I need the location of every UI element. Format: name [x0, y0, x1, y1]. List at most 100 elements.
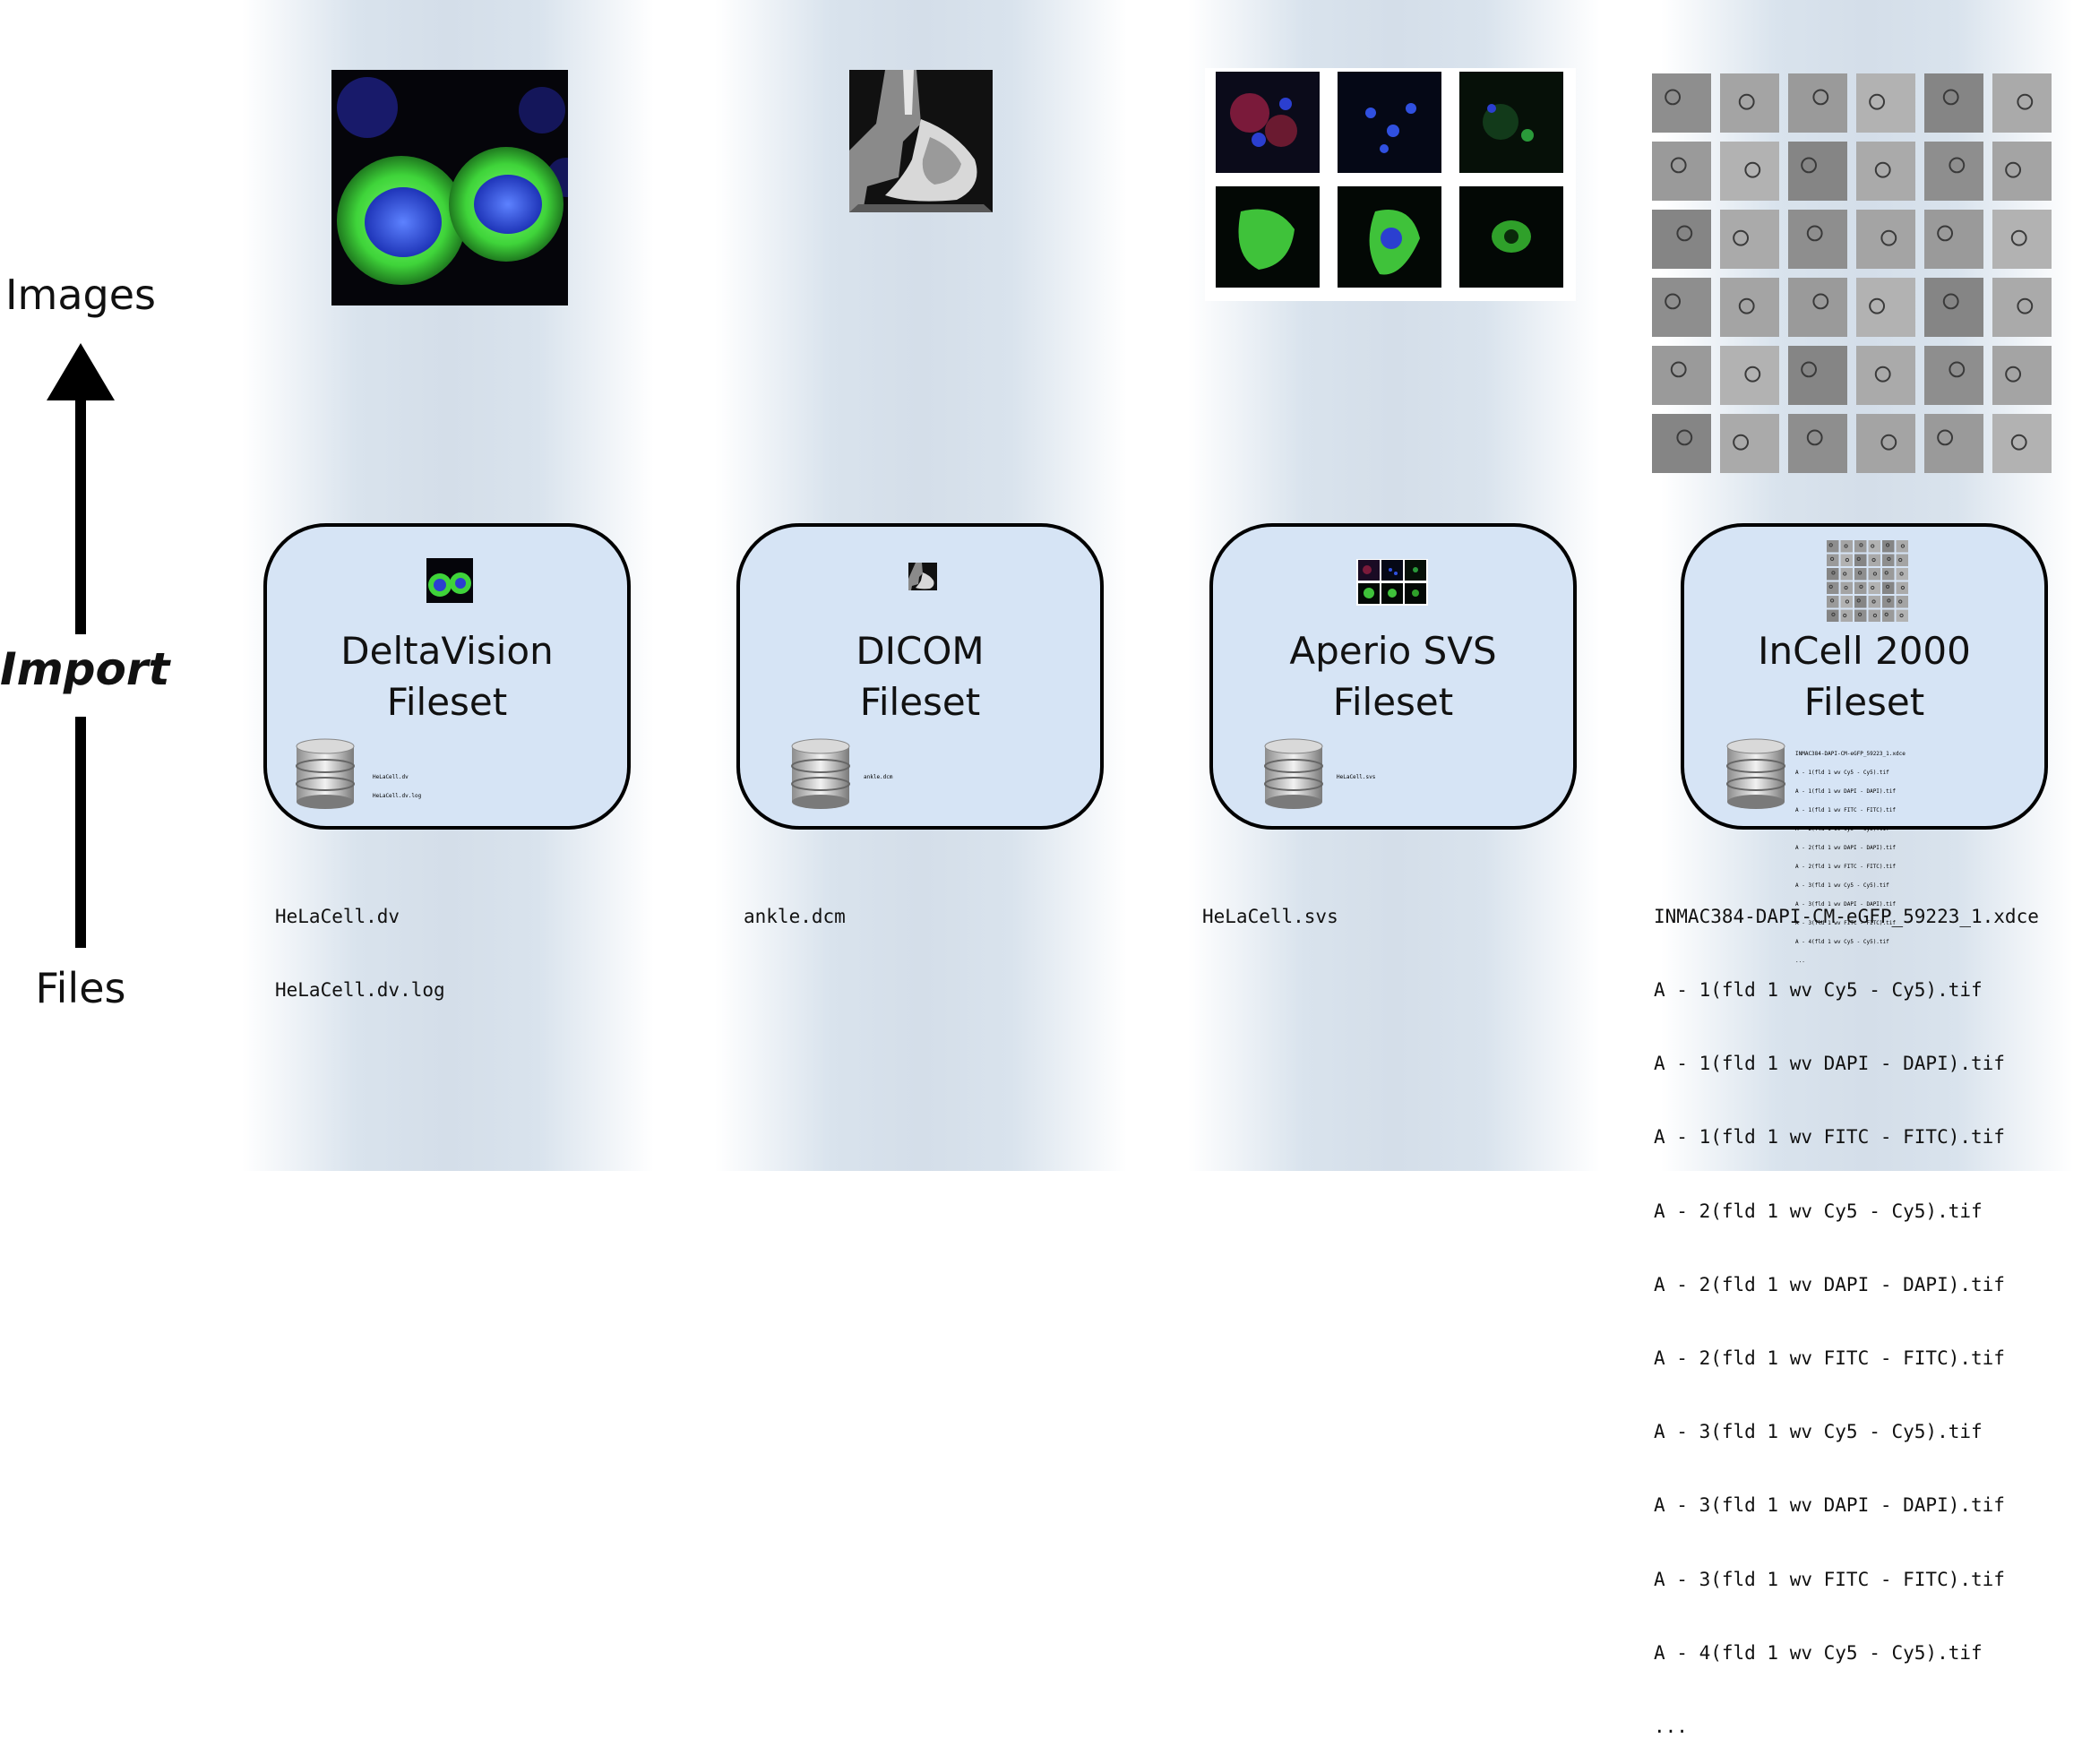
file-name: A - 1(fld 1 wv FITC - FITC).tif: [1654, 1126, 2005, 1149]
fileset-title-line2: Fileset: [1332, 680, 1454, 724]
file-name: A - 1(fld 1 wv DAPI - DAPI).tif: [1654, 1053, 2005, 1075]
well-thumbnail: [1882, 568, 1895, 581]
file-name: A - 3(fld 1 wv Cy5 - Cy5).tif: [1654, 1421, 1983, 1443]
up-arrow-icon: [47, 343, 115, 400]
well-thumbnail: [1854, 596, 1867, 608]
aperio-file-list: HeLaCell.svs: [1202, 856, 1338, 954]
dicom-thumbnail: [908, 563, 937, 590]
database-icon: [1726, 738, 1785, 809]
database-icon: [791, 738, 850, 809]
fileset-title: DeltaVision Fileset: [267, 625, 627, 727]
well-thumbnail: [1868, 568, 1880, 581]
well-thumbnail: [1992, 414, 2052, 473]
well-thumbnail: [1720, 73, 1779, 133]
file-name: HeLaCell.dv.log: [275, 979, 445, 1002]
well-thumbnail: [1840, 581, 1853, 594]
incell-image: [1648, 70, 2064, 498]
tiny-file-name: A - 1(fld 1 wv DAPI - DAPI).tif: [1795, 788, 1896, 795]
deltavision-image: [331, 70, 586, 305]
file-name: ankle.dcm: [744, 905, 846, 927]
tiny-file-name: A - 1(fld 1 wv Cy5 - Cy5).tif: [1795, 770, 1889, 776]
well-thumbnail: [1856, 346, 1915, 405]
database-icon: [296, 738, 355, 809]
well-thumbnail: [1992, 142, 2052, 201]
files-label: Files: [35, 964, 126, 1012]
well-thumbnail: [1992, 278, 2052, 337]
import-label: Import: [0, 643, 170, 695]
well-thumbnail: [1652, 278, 1711, 337]
incell-fileset-box[interactable]: InCell 2000 Fileset INMAC384-DAPI-CM-eGF…: [1681, 523, 2048, 964]
file-name: INMAC384-DAPI-CM-eGFP_59223_1.xdce: [1654, 905, 2039, 927]
well-thumbnail: [1896, 581, 1908, 594]
fileset-title: Aperio SVS Fileset: [1213, 625, 1573, 727]
well-thumbnail: [1720, 414, 1779, 473]
well-thumbnail: [1856, 210, 1915, 269]
well-thumbnail: [1788, 346, 1847, 405]
tiny-file-list: HeLaCell.dv HeLaCell.dv.log: [373, 762, 421, 812]
well-thumbnail: [1788, 142, 1847, 201]
fileset-title: InCell 2000 Fileset: [1684, 625, 2044, 727]
tiny-file-name: A - 1(fld 1 wv FITC - FITC).tif: [1795, 807, 1896, 813]
arrow-shaft-upper: [75, 398, 86, 634]
fileset-title-line1: DeltaVision: [340, 629, 554, 673]
file-name: A - 2(fld 1 wv Cy5 - Cy5).tif: [1654, 1200, 1983, 1222]
tiny-file-name: HeLaCell.dv.log: [373, 793, 422, 799]
tiny-file-list: HeLaCell.svs: [1337, 762, 1375, 793]
deltavision-thumbnail: [426, 558, 473, 603]
well-thumbnail: [1827, 581, 1839, 594]
dicom-file-list: ankle.dcm: [744, 856, 846, 954]
tiny-file-name: HeLaCell.svs: [1337, 774, 1376, 780]
tiny-file-list: ankle.dcm: [864, 762, 893, 793]
images-label: Images: [4, 271, 157, 319]
fileset-title-line2: Fileset: [859, 680, 981, 724]
well-thumbnail: [1992, 73, 2052, 133]
aperio-image: [1205, 68, 1576, 301]
aperio-thumbnail: [1356, 559, 1428, 606]
fileset-title-line1: Aperio SVS: [1289, 629, 1497, 673]
well-thumbnail: [1720, 278, 1779, 337]
fileset-title: DICOM Fileset: [740, 625, 1100, 727]
tiny-file-name: HeLaCell.dv: [373, 774, 409, 780]
well-thumbnail: [1924, 414, 1983, 473]
well-thumbnail: [1720, 346, 1779, 405]
file-name: A - 2(fld 1 wv DAPI - DAPI).tif: [1654, 1273, 2005, 1295]
well-thumbnail: [1856, 414, 1915, 473]
well-thumbnail: [1868, 609, 1880, 622]
dicom-fileset-box[interactable]: DICOM Fileset ankle.dcm: [736, 523, 1104, 830]
well-thumbnail: [1840, 596, 1853, 608]
file-name: A - 3(fld 1 wv FITC - FITC).tif: [1654, 1568, 2005, 1590]
tiny-file-name: INMAC384-DAPI-CM-eGFP_59223_1.xdce: [1795, 751, 1906, 757]
fileset-title-line2: Fileset: [1803, 680, 1925, 724]
well-thumbnail: [1827, 540, 1839, 553]
well-thumbnail: [1868, 554, 1880, 566]
well-thumbnail: [1882, 609, 1895, 622]
well-thumbnail: [1868, 596, 1880, 608]
fileset-title-line1: InCell 2000: [1758, 629, 1971, 673]
file-name: A - 3(fld 1 wv DAPI - DAPI).tif: [1654, 1494, 2005, 1517]
well-thumbnail: [1720, 142, 1779, 201]
well-thumbnail: [1856, 73, 1915, 133]
incell-thumbnail: [1827, 540, 1908, 622]
aperio-fileset-box[interactable]: Aperio SVS Fileset HeLaCell.svs: [1209, 523, 1577, 830]
file-name: A - 1(fld 1 wv Cy5 - Cy5).tif: [1654, 979, 1983, 1002]
deltavision-file-list: HeLaCell.dv HeLaCell.dv.log: [275, 856, 445, 1028]
file-name: HeLaCell.svs: [1202, 905, 1338, 927]
file-name: A - 4(fld 1 wv Cy5 - Cy5).tif: [1654, 1641, 1983, 1664]
well-thumbnail: [1856, 278, 1915, 337]
well-thumbnail: [1856, 142, 1915, 201]
well-thumbnail: [1840, 554, 1853, 566]
tiny-file-name: A - 2(fld 1 wv DAPI - DAPI).tif: [1795, 845, 1896, 851]
well-thumbnail: [1896, 540, 1908, 553]
tiny-file-name: ankle.dcm: [864, 774, 893, 780]
well-thumbnail: [1924, 210, 1983, 269]
deltavision-fileset-box[interactable]: DeltaVision Fileset HeLaCell.dv HeLaCell…: [263, 523, 631, 830]
fileset-title-line1: DICOM: [856, 629, 985, 673]
well-thumbnail: [1840, 540, 1853, 553]
fileset-title-line2: Fileset: [386, 680, 508, 724]
well-thumbnail: [1720, 210, 1779, 269]
dicom-image: [849, 70, 993, 212]
well-thumbnail: [1854, 554, 1867, 566]
database-icon: [1264, 738, 1323, 809]
well-thumbnail: [1992, 346, 2052, 405]
incell-file-list: INMAC384-DAPI-CM-eGFP_59223_1.xdce A - 1…: [1654, 856, 2039, 1764]
